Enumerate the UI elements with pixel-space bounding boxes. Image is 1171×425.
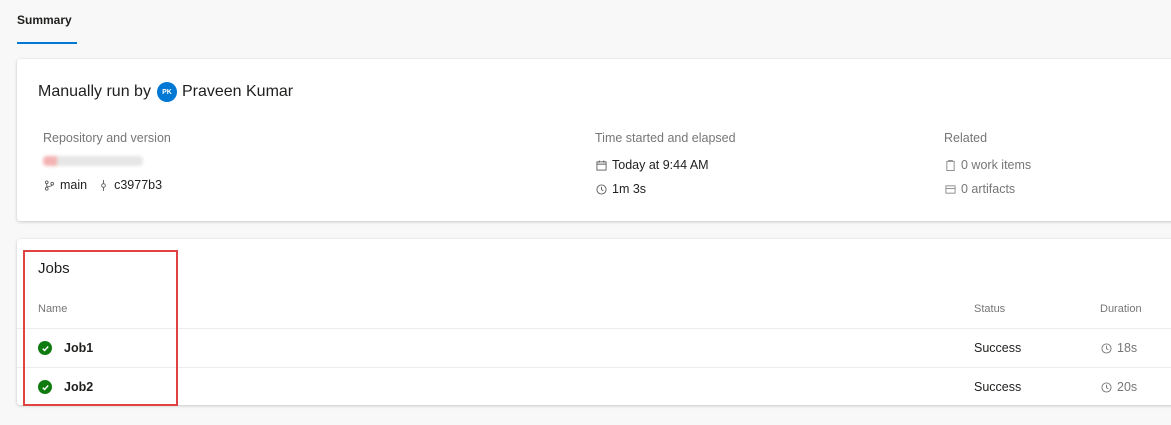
time-elapsed: 1m 3s <box>612 182 647 196</box>
artifact-icon <box>944 183 957 196</box>
table-row[interactable]: Job2 Success 20s <box>17 367 1171 406</box>
calendar-icon <box>595 159 608 172</box>
tab-active-indicator <box>17 42 77 44</box>
work-items-count: 0 work items <box>961 158 1032 172</box>
job-name-cell: Job2 <box>38 368 93 406</box>
branch-name[interactable]: main <box>60 178 87 192</box>
artifacts-link[interactable]: 0 artifacts <box>944 177 1031 201</box>
job-name[interactable]: Job2 <box>64 380 93 394</box>
column-header-name: Name <box>38 303 68 315</box>
clock-icon <box>595 183 608 196</box>
jobs-title: Jobs <box>38 260 70 277</box>
column-header-status: Status <box>974 303 1006 315</box>
column-header-duration: Duration <box>1100 303 1142 315</box>
time-elapsed-line: 1m 3s <box>595 177 736 201</box>
time-label: Time started and elapsed <box>595 131 736 145</box>
run-user-name[interactable]: Praveen Kumar <box>182 83 293 101</box>
branch-icon <box>43 179 56 192</box>
run-title-prefix: Manually run by <box>38 83 151 100</box>
commit-id[interactable]: c3977b3 <box>114 178 162 192</box>
table-row[interactable]: Job1 Success 18s <box>17 328 1171 367</box>
job-duration: 20s <box>1117 380 1138 394</box>
job-name-cell: Job1 <box>38 329 93 367</box>
job-duration: 18s <box>1117 341 1138 355</box>
artifacts-count: 0 artifacts <box>961 182 1016 196</box>
avatar[interactable]: PK <box>156 82 177 102</box>
job-duration-cell: 20s <box>1100 368 1137 406</box>
work-items-link[interactable]: 0 work items <box>944 153 1031 177</box>
job-duration-cell: 18s <box>1100 329 1137 367</box>
tab-bar: Summary <box>0 0 1171 46</box>
related-label: Related <box>944 131 988 145</box>
repository-label: Repository and version <box>43 131 171 145</box>
time-started: Today at 9:44 AM <box>612 158 709 172</box>
time-started-line: Today at 9:44 AM <box>595 153 736 177</box>
version-line: main c3977b3 <box>43 173 171 197</box>
jobs-card: Jobs Name Status Duration Job1 Success 1… <box>17 239 1171 405</box>
success-check-icon <box>38 341 52 355</box>
job-status: Success <box>974 341 1022 355</box>
job-status: Success <box>974 380 1022 394</box>
related-column: Related 0 work items 0 artifacts <box>944 131 1031 201</box>
work-item-icon <box>944 159 957 172</box>
time-column: Time started and elapsed Today at 9:44 A… <box>595 131 736 201</box>
tab-summary[interactable]: Summary <box>17 13 72 27</box>
repository-column: Repository and version main c3977b3 <box>43 131 171 197</box>
repository-name-redacted <box>43 156 143 166</box>
job-name[interactable]: Job1 <box>64 341 93 355</box>
commit-icon <box>97 179 110 192</box>
clock-icon <box>1100 381 1113 394</box>
success-check-icon <box>38 380 52 394</box>
run-title: Manually run by PK Praveen Kumar <box>38 82 293 102</box>
clock-icon <box>1100 342 1113 355</box>
repository-name[interactable] <box>43 149 171 173</box>
run-summary-card: Manually run by PK Praveen Kumar Reposit… <box>17 59 1171 221</box>
